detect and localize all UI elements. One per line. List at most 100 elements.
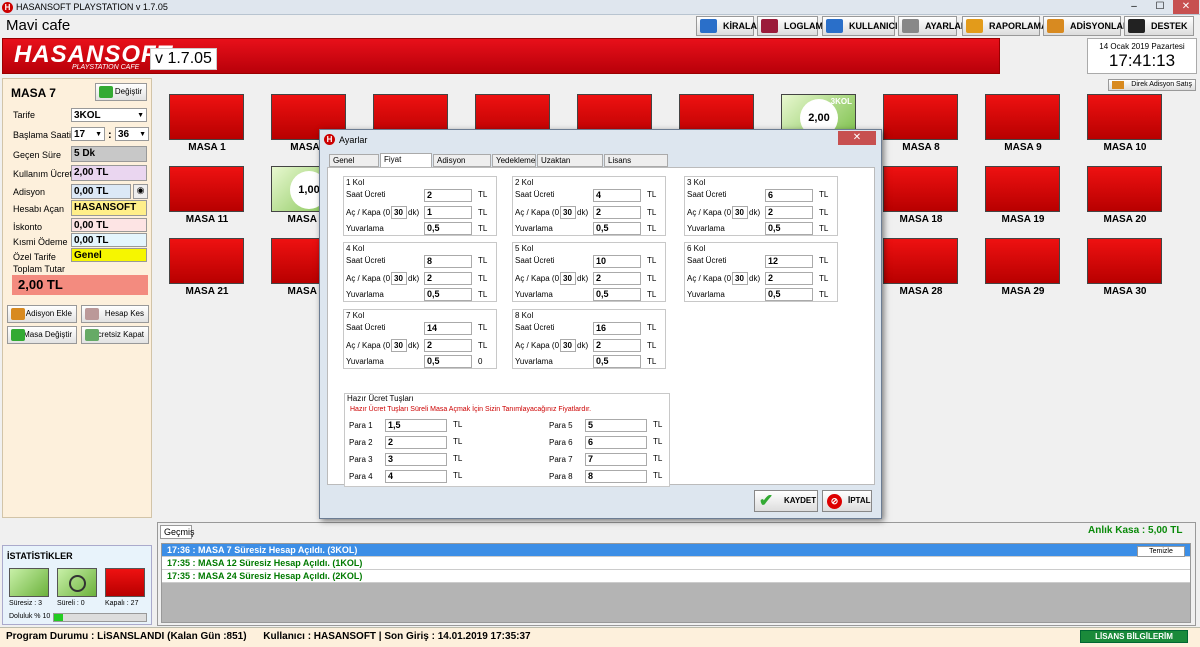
history-row[interactable]: 17:35 : MASA 12 Süresiz Hesap Açıldı. (1… xyxy=(162,557,1190,570)
tarife-select[interactable]: 3KOL ▼ xyxy=(71,108,147,122)
toggle-minutes-input[interactable]: 30 xyxy=(391,339,407,352)
toolbar-button-1[interactable]: LOGLAMA xyxy=(757,16,830,36)
preset-input[interactable]: 4 xyxy=(385,470,447,483)
round-input[interactable]: 0,5 xyxy=(593,222,641,235)
table-name: MASA 28 xyxy=(899,286,943,297)
toggle-price-input[interactable]: 1 xyxy=(424,206,472,219)
eye-icon[interactable]: ◉ xyxy=(133,184,148,199)
direct-sale-button[interactable]: Direk Adisyon Satış xyxy=(1108,79,1196,91)
preset-input[interactable]: 6 xyxy=(585,436,647,449)
dialog-tab[interactable]: Fiyat Ayarları xyxy=(380,153,432,176)
close-account-button[interactable]: Hesap Kes xyxy=(81,305,149,323)
license-button[interactable]: LİSANS BİLGİLERİM xyxy=(1080,630,1188,643)
toggle-minutes-input[interactable]: 30 xyxy=(560,206,576,219)
table-tile[interactable]: MASA 21 xyxy=(169,238,259,298)
toolbar-button-6[interactable]: DESTEK xyxy=(1124,16,1194,36)
preset-input[interactable]: 5 xyxy=(585,419,647,432)
table-name: MASA 8 xyxy=(902,142,940,153)
table-tile-box xyxy=(883,94,958,140)
table-tile[interactable]: MASA 8 xyxy=(883,94,973,154)
toolbar-button-5[interactable]: ADİSYONLAR xyxy=(1043,16,1130,36)
round-input[interactable]: 0,5 xyxy=(593,355,641,368)
rate-input[interactable]: 10 xyxy=(593,255,641,268)
tab-history[interactable]: Geçmiş xyxy=(160,525,195,539)
window-titlebar: H HASANSOFT PLAYSTATION v 1.7.05 – ☐ ✕ xyxy=(0,0,1200,15)
toolbar-button-4[interactable]: RAPORLAMA xyxy=(962,16,1048,36)
rate-input[interactable]: 2 xyxy=(424,189,472,202)
change-table-button[interactable]: Değiştir xyxy=(95,83,147,101)
table-tile[interactable]: MASA 30 xyxy=(1087,238,1177,298)
closed-count: Kapalı : 27 xyxy=(105,600,139,607)
dialog-tab[interactable]: Adisyon Ayarları xyxy=(433,154,491,177)
round-input[interactable]: 0,5 xyxy=(593,288,641,301)
rate-input[interactable]: 14 xyxy=(424,322,472,335)
round-input[interactable]: 0,5 xyxy=(765,288,813,301)
preset-input[interactable]: 1,5 xyxy=(385,419,447,432)
round-input[interactable]: 0,5 xyxy=(424,222,472,235)
table-tile[interactable]: MASA 11 xyxy=(169,166,259,226)
start-hour-select[interactable]: 17 ▼ xyxy=(71,127,105,141)
table-tile[interactable]: MASA 20 xyxy=(1087,166,1177,226)
toggle-minutes-input[interactable]: 30 xyxy=(560,272,576,285)
toggle-price-input[interactable]: 2 xyxy=(424,272,472,285)
close-window-button[interactable]: ✕ xyxy=(1173,0,1199,14)
rate-input[interactable]: 12 xyxy=(765,255,813,268)
preset-label: Para 2 xyxy=(349,438,373,447)
rate-input[interactable]: 8 xyxy=(424,255,472,268)
chevron-down-icon: ▼ xyxy=(139,131,146,138)
dialog-tab[interactable]: Yedekleme xyxy=(492,154,536,167)
table-detail-panel: MASA 7 Değiştir Tarife 3KOL ▼ Başlama Saa… xyxy=(2,78,152,518)
toggle-minutes-input[interactable]: 30 xyxy=(732,272,748,285)
rate-input[interactable]: 4 xyxy=(593,189,641,202)
rate-input[interactable]: 16 xyxy=(593,322,641,335)
toolbar-button-3[interactable]: AYARLAR xyxy=(898,16,967,36)
minimize-button[interactable]: – xyxy=(1121,0,1147,14)
move-table-button[interactable]: Masa Değiştir xyxy=(7,326,77,344)
history-row[interactable]: 17:36 : MASA 7 Süresiz Hesap Açıldı. (3K… xyxy=(162,544,1190,557)
partial-input[interactable]: 0,00 TL xyxy=(71,233,147,247)
clear-history-button[interactable]: Temizle xyxy=(1137,546,1185,557)
toggle-price-input[interactable]: 2 xyxy=(765,272,813,285)
table-tile[interactable]: MASA 18 xyxy=(883,166,973,226)
dialog-tab[interactable]: Lisans Bilgilerim xyxy=(604,154,668,177)
toolbar-button-0[interactable]: KİRALAMA xyxy=(696,16,771,36)
free-close-button[interactable]: Ücretsiz Kapat xyxy=(81,326,149,344)
preset-input[interactable]: 2 xyxy=(385,436,447,449)
dialog-tab[interactable]: Genel Ayarlar xyxy=(329,154,379,177)
toggle-minutes-input[interactable]: 30 xyxy=(560,339,576,352)
toggle-label-end: dk) xyxy=(749,274,761,283)
table-tile[interactable]: MASA 10 xyxy=(1087,94,1177,154)
table-tile[interactable]: MASA 1 xyxy=(169,94,259,154)
discount-input[interactable]: 0,00 TL xyxy=(71,218,147,232)
add-adisyon-button[interactable]: Adisyon Ekle xyxy=(7,305,77,323)
toggle-minutes-input[interactable]: 30 xyxy=(732,206,748,219)
preset-input[interactable]: 7 xyxy=(585,453,647,466)
history-row[interactable]: 17:35 : MASA 24 Süresiz Hesap Açıldı. (2… xyxy=(162,570,1190,583)
dialog-tab[interactable]: Uzaktan Yönetim xyxy=(537,154,603,177)
round-input[interactable]: 0,5 xyxy=(424,288,472,301)
toggle-minutes-input[interactable]: 30 xyxy=(391,206,407,219)
toggle-price-input[interactable]: 2 xyxy=(593,339,641,352)
save-button[interactable]: ✔ KAYDET xyxy=(754,490,818,512)
cancel-button[interactable]: ⊘ İPTAL xyxy=(822,490,872,512)
table-tile[interactable]: MASA 28 xyxy=(883,238,973,298)
start-minute-select[interactable]: 36 ▼ xyxy=(115,127,149,141)
toggle-minutes-input[interactable]: 30 xyxy=(391,272,407,285)
toggle-price-input[interactable]: 2 xyxy=(765,206,813,219)
adisyon-value: 0,00 TL xyxy=(71,184,131,199)
table-tile[interactable]: MASA 19 xyxy=(985,166,1075,226)
preset-input[interactable]: 8 xyxy=(585,470,647,483)
table-tile[interactable]: MASA 9 xyxy=(985,94,1075,154)
special-tariff-value[interactable]: Genel xyxy=(71,248,147,262)
maximize-button[interactable]: ☐ xyxy=(1147,0,1173,14)
preset-input[interactable]: 3 xyxy=(385,453,447,466)
rate-input[interactable]: 6 xyxy=(765,189,813,202)
toggle-price-input[interactable]: 2 xyxy=(424,339,472,352)
round-input[interactable]: 0,5 xyxy=(765,222,813,235)
toggle-price-input[interactable]: 2 xyxy=(593,206,641,219)
toolbar-button-2[interactable]: KULLANICILAR xyxy=(822,16,916,36)
table-tile[interactable]: MASA 29 xyxy=(985,238,1075,298)
round-input[interactable]: 0,5 xyxy=(424,355,472,368)
toggle-price-input[interactable]: 2 xyxy=(593,272,641,285)
dialog-close-button[interactable]: ✕ xyxy=(838,131,876,145)
